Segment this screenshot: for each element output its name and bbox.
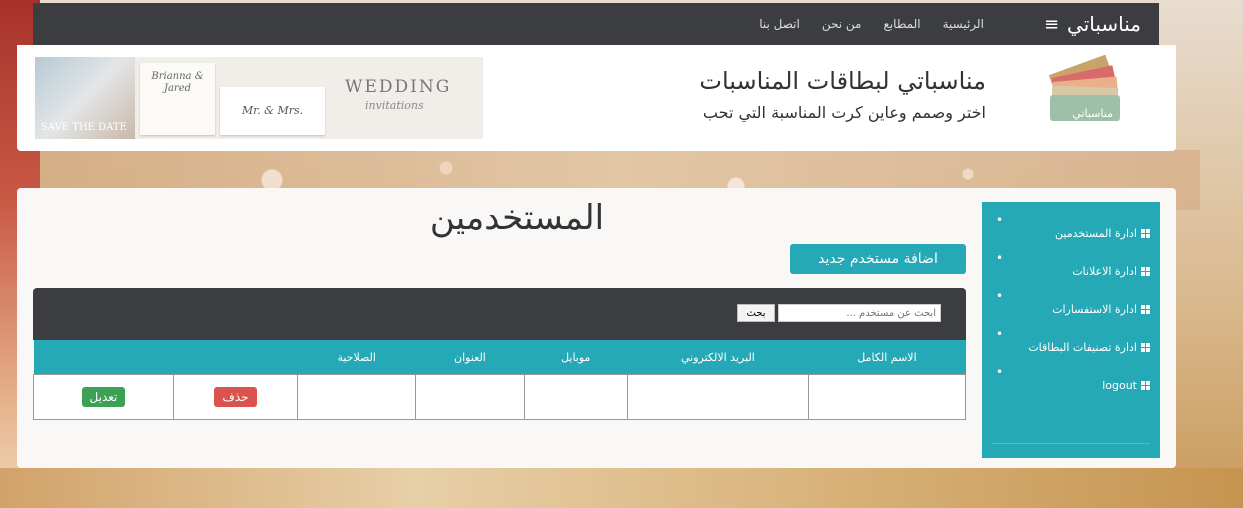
column-header-edit (33, 340, 174, 375)
banner-subtitle: invitations (365, 99, 424, 112)
users-table: الاسم الكامل البريد الالكتروني موبايل ال… (33, 340, 967, 420)
search-input[interactable] (778, 304, 941, 322)
edit-button[interactable]: تعديل (81, 387, 126, 407)
page-title: المستخدمين (429, 198, 605, 238)
table-header-row: الاسم الكامل البريد الالكتروني موبايل ال… (33, 340, 966, 375)
grid-icon (1141, 267, 1150, 276)
banner-card-2: Mr. & Mrs. (220, 87, 325, 135)
cell-permission (297, 374, 417, 420)
bullet-icon: • (996, 213, 1004, 227)
grid-icon (1141, 305, 1150, 314)
column-header-address: العنوان (415, 340, 525, 375)
banner-photo: SAVE THE DATE (35, 57, 135, 139)
table-row: حذف تعديل (33, 374, 967, 420)
column-header-delete (173, 340, 298, 375)
hamburger-icon[interactable]: ≡ (1044, 14, 1059, 35)
sidebar-item-label[interactable]: ادارة تصنيفات البطاقات (1028, 340, 1137, 356)
search-toolbar: بحث (33, 288, 966, 340)
sidebar-item-inquiries[interactable]: • ادارة الاستفسارات (992, 290, 1150, 318)
nav-link-home[interactable]: الرئيسية (943, 17, 984, 31)
bullet-icon: • (996, 365, 1004, 379)
bullet-icon: • (996, 289, 1004, 303)
cell-delete: حذف (172, 374, 299, 420)
bullet-icon: • (996, 327, 1004, 341)
column-header-mobile: موبايل (524, 340, 628, 375)
grid-icon (1141, 381, 1150, 390)
cell-email (626, 374, 809, 420)
column-header-permission: الصلاحية (297, 340, 416, 375)
cell-edit: تعديل (33, 374, 174, 420)
search-button[interactable]: بحث (737, 304, 775, 322)
background-bottom (0, 468, 1243, 508)
sidebar-divider (992, 443, 1150, 444)
navbar-brand[interactable]: مناسباتي ≡ (1044, 12, 1141, 36)
add-user-button[interactable]: اضافة مستخدم جديد (790, 244, 966, 274)
sidebar-item-label[interactable]: ادارة الاعلانات (1072, 264, 1137, 280)
column-header-email: البريد الالكتروني (627, 340, 809, 375)
sidebar-item-users[interactable]: • ادارة المستخدمين (992, 214, 1150, 242)
grid-icon (1141, 343, 1150, 352)
cell-fullname (807, 374, 967, 420)
banner-card-1: Brianna & Jared (140, 63, 215, 135)
nav-link-printers[interactable]: المطابع (883, 17, 920, 31)
logo: مناسباتي (1048, 55, 1120, 121)
cell-mobile (523, 374, 628, 420)
sidebar-item-label[interactable]: ادارة الاستفسارات (1052, 302, 1137, 318)
grid-icon (1141, 229, 1150, 238)
top-navbar: مناسباتي ≡ الرئيسية المطابع من نحن اتصل … (33, 3, 1159, 45)
nav-link-contact[interactable]: اتصل بنا (759, 17, 800, 31)
nav-link-about[interactable]: من نحن (822, 17, 862, 31)
column-header-fullname: الاسم الكامل (808, 340, 966, 375)
site-title: مناسباتي لبطاقات المناسبات (699, 67, 986, 95)
main-panel: • ادارة المستخدمين • ادارة الاعلانات • ا… (17, 188, 1176, 468)
sidebar-item-ads[interactable]: • ادارة الاعلانات (992, 252, 1150, 280)
bullet-icon: • (996, 251, 1004, 265)
logo-text: مناسباتي (1072, 107, 1113, 120)
wedding-ad-banner[interactable]: SAVE THE DATE Brianna & Jared Mr. & Mrs.… (35, 57, 483, 139)
sidebar-item-label[interactable]: ادارة المستخدمين (1055, 226, 1137, 242)
cell-address (415, 374, 525, 420)
sidebar-item-logout[interactable]: • logout (992, 366, 1150, 394)
sidebar-item-card-categories[interactable]: • ادارة تصنيفات البطاقات (992, 328, 1150, 356)
site-header: مناسباتي مناسباتي لبطاقات المناسبات اختر… (17, 45, 1176, 151)
site-subtitle: اختر وصمم وعاين كرت المناسبة التي تحب (702, 103, 986, 122)
banner-title: WEDDING (345, 77, 452, 97)
delete-button[interactable]: حذف (214, 387, 257, 407)
brand-name[interactable]: مناسباتي (1067, 12, 1141, 36)
nav-links: الرئيسية المطابع من نحن اتصل بنا (759, 17, 984, 31)
admin-sidebar: • ادارة المستخدمين • ادارة الاعلانات • ا… (982, 202, 1160, 458)
banner-photo-text: SAVE THE DATE (41, 122, 127, 133)
sidebar-item-label[interactable]: logout (1102, 378, 1137, 394)
